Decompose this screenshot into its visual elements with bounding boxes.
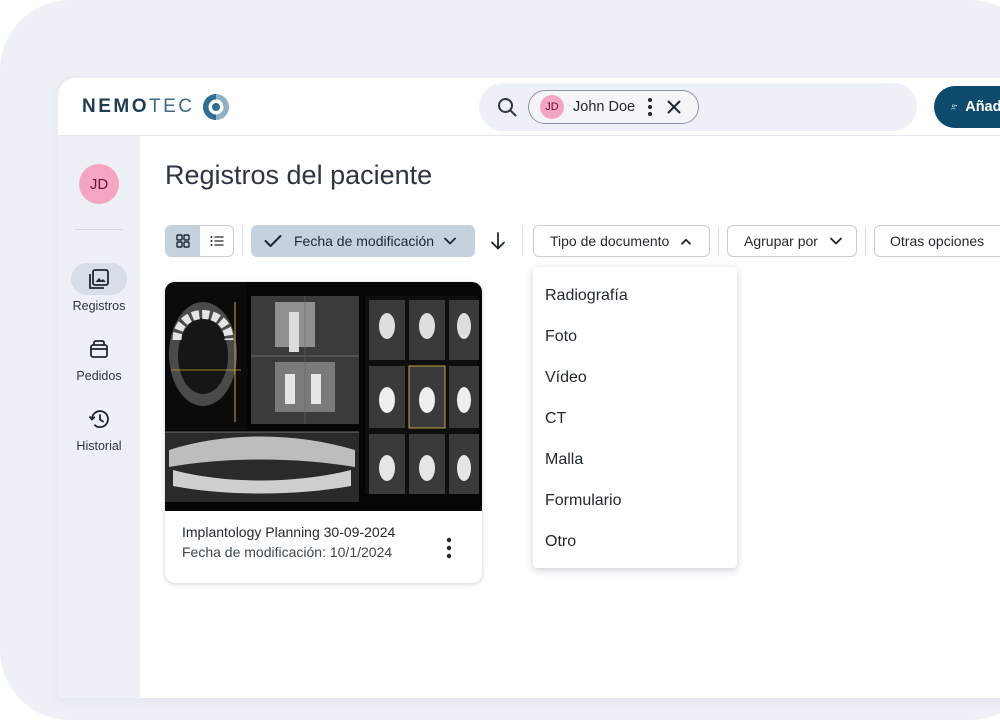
sort-direction-icon[interactable]: [489, 231, 507, 251]
chevron-up-icon: [681, 238, 692, 245]
main-content: Registros del paciente Fecha de modifica…: [140, 136, 1000, 698]
page-title: Registros del paciente: [165, 160, 433, 190]
list-icon: [210, 236, 223, 246]
document-type-menu: Radiografía Foto Vídeo CT Malla Formular…: [533, 267, 737, 568]
patient-chip-name: John Doe: [573, 99, 636, 115]
check-icon: [264, 235, 282, 247]
more-vertical-icon[interactable]: [647, 97, 653, 117]
brand-mark-icon: [202, 94, 229, 120]
history-icon: [88, 410, 109, 428]
toolbar-divider: [865, 226, 866, 256]
menu-item-malla[interactable]: Malla: [545, 451, 583, 469]
toolbar-divider: [242, 226, 243, 256]
brand-name: NEMOTEC: [82, 96, 195, 118]
top-bar: NEMOTEC JD John Doe Añad: [58, 78, 1000, 136]
brand-logo[interactable]: NEMOTEC: [82, 93, 230, 121]
record-title: Implantology Planning 30-09-2024: [182, 524, 396, 540]
patient-chip[interactable]: JD John Doe: [528, 90, 699, 124]
menu-item-ct[interactable]: CT: [545, 410, 566, 428]
sidebar-item-label: Pedidos: [76, 369, 122, 383]
grid-view-button[interactable]: [166, 226, 199, 256]
chevron-down-icon: [830, 237, 842, 245]
menu-item-formulario[interactable]: Formulario: [545, 492, 621, 510]
brand-name-light: TEC: [149, 96, 195, 117]
brand-name-bold: NEMO: [82, 96, 149, 117]
record-thumbnail[interactable]: [165, 282, 482, 511]
add-patient-label: Añadir paciente: [965, 99, 1000, 115]
search-icon[interactable]: [497, 97, 517, 117]
patient-search-bar[interactable]: JD John Doe: [479, 83, 917, 131]
sidebar-item-historial[interactable]: Historial: [58, 403, 140, 453]
sidebar-item-pedidos[interactable]: Pedidos: [58, 333, 140, 383]
sidebar-item-historial-pill: [71, 403, 127, 435]
document-type-label: Tipo de documento: [550, 233, 670, 249]
record-card[interactable]: Implantology Planning 30-09-2024 Fecha d…: [165, 282, 482, 583]
chevron-down-icon: [444, 237, 456, 245]
more-vertical-icon[interactable]: [445, 537, 453, 559]
view-toggle[interactable]: [165, 225, 234, 257]
patient-chip-avatar: JD: [540, 95, 564, 119]
sidebar: JD Registros Pedidos Historial: [58, 136, 140, 698]
toolbar-divider: [522, 226, 523, 256]
close-icon[interactable]: [667, 100, 681, 114]
app-window: NEMOTEC JD John Doe Añad JD Registros Pe…: [58, 78, 1000, 698]
user-avatar[interactable]: JD: [79, 164, 119, 204]
sort-field-button[interactable]: Fecha de modificación: [251, 225, 475, 257]
record-modified-date: Fecha de modificación: 10/1/2024: [182, 544, 393, 560]
menu-item-radiografia[interactable]: Radiografía: [545, 287, 628, 305]
sort-field-label: Fecha de modificación: [294, 233, 435, 249]
add-patient-button[interactable]: Añadir paciente: [934, 86, 1000, 128]
sidebar-item-registros[interactable]: Registros: [58, 263, 140, 313]
menu-item-otro[interactable]: Otro: [545, 533, 576, 551]
menu-item-video[interactable]: Vídeo: [545, 369, 587, 387]
sidebar-item-label: Historial: [76, 439, 122, 453]
add-person-icon: [951, 104, 958, 110]
records-icon: [89, 269, 109, 289]
orders-icon: [90, 340, 108, 358]
grid-icon: [175, 234, 190, 248]
sidebar-item-pedidos-pill: [71, 333, 127, 365]
group-by-label: Agrupar por: [744, 233, 818, 249]
group-by-button[interactable]: Agrupar por: [727, 225, 857, 257]
sidebar-item-label: Registros: [72, 299, 126, 313]
toolbar-divider: [718, 226, 719, 256]
more-options-label: Otras opciones: [890, 233, 985, 249]
sidebar-item-registros-pill: [71, 263, 127, 295]
list-view-button[interactable]: [199, 226, 233, 256]
sidebar-divider: [75, 229, 123, 230]
menu-item-foto[interactable]: Foto: [545, 328, 577, 346]
more-options-button[interactable]: Otras opciones: [874, 225, 1000, 257]
document-type-filter-button[interactable]: Tipo de documento: [533, 225, 710, 257]
